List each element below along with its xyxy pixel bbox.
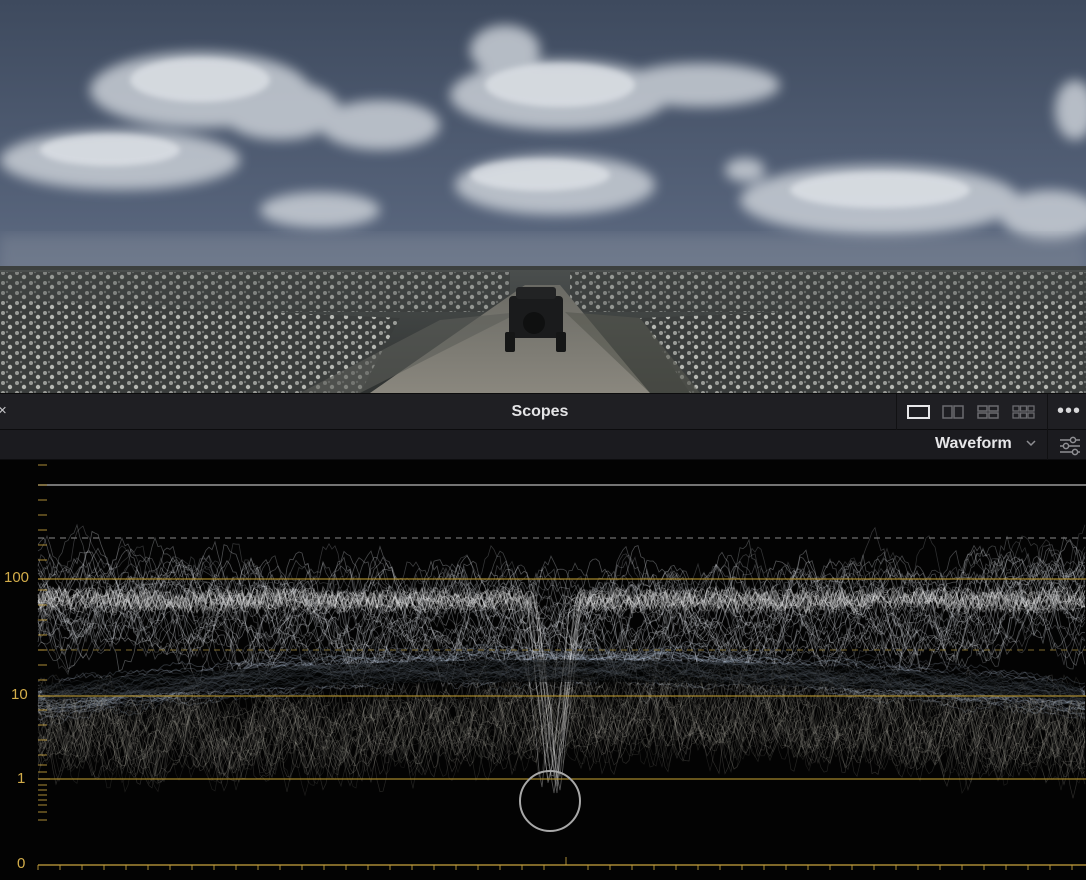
more-options-icon[interactable]: ••• [1057, 400, 1081, 423]
dual-view-icon[interactable] [941, 404, 967, 420]
waveform-graph [37, 464, 1086, 870]
waveform-scope[interactable]: 100 10 1 0 [0, 460, 1086, 880]
sliders-icon[interactable] [1059, 436, 1081, 456]
scopes-toolbar: Waveform [0, 430, 1086, 460]
video-viewer[interactable] [0, 0, 1086, 393]
axis-label-0: 0 [17, 855, 26, 872]
axis-label-1: 1 [17, 770, 26, 787]
axis-label-100: 100 [4, 569, 30, 586]
scope-type-dropdown[interactable]: Waveform [935, 435, 1012, 453]
toolbar-divider [896, 394, 897, 430]
chevron-down-icon[interactable] [1025, 437, 1037, 449]
scopes-title-bar: × Scopes ••• [0, 393, 1086, 430]
axis-label-10: 10 [11, 686, 28, 703]
toolbar-divider [1047, 394, 1048, 430]
six-view-icon[interactable] [1011, 404, 1037, 420]
single-view-icon[interactable] [906, 404, 932, 420]
waveform-traces [37, 523, 1086, 799]
quad-view-icon[interactable] [976, 404, 1002, 420]
video-frame-image [0, 0, 1086, 393]
toolbar-divider [1047, 430, 1048, 460]
highlight-circle [519, 770, 581, 832]
